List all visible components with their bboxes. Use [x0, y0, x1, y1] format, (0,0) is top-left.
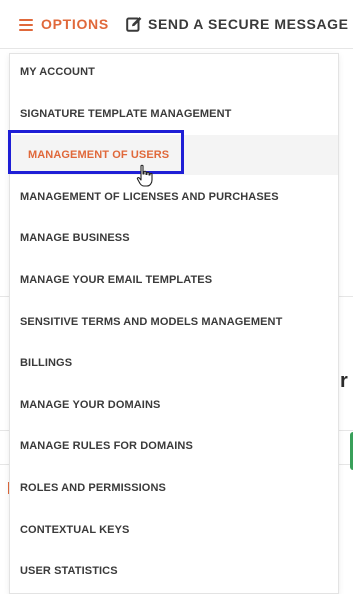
menu-item-management-of-users[interactable]: MANAGEMENT OF USERS [10, 135, 338, 175]
options-dropdown-menu: MY ACCOUNT SIGNATURE TEMPLATE MANAGEMENT… [9, 53, 339, 594]
menu-item-roles-and-permissions[interactable]: ROLES AND PERMISSIONS [10, 468, 338, 508]
menu-item-manage-email-templates[interactable]: MANAGE YOUR EMAIL TEMPLATES [10, 260, 338, 300]
page: r OPTIONS SEND A SECURE MESSAGE MY ACCOU… [0, 0, 353, 594]
menu-item-label: MANAGE YOUR DOMAINS [20, 399, 161, 411]
menu-item-manage-your-domains[interactable]: MANAGE YOUR DOMAINS [10, 385, 338, 425]
send-secure-message-button[interactable]: SEND A SECURE MESSAGE [126, 13, 349, 35]
menu-item-user-statistics[interactable]: USER STATISTICS [10, 551, 338, 591]
menu-item-label: MANAGEMENT OF USERS [28, 149, 170, 161]
menu-item-manage-rules-for-domains[interactable]: MANAGE RULES FOR DOMAINS [10, 426, 338, 466]
send-secure-message-label: SEND A SECURE MESSAGE [148, 16, 349, 32]
background-heading-fragment: r [340, 370, 348, 392]
top-bar: OPTIONS SEND A SECURE MESSAGE [0, 0, 353, 48]
options-label: OPTIONS [41, 16, 109, 32]
menu-item-label: MY ACCOUNT [20, 66, 95, 78]
menu-item-billings[interactable]: BILLINGS [10, 343, 338, 383]
edit-icon [126, 17, 142, 32]
menu-item-label: MANAGEMENT OF LICENSES AND PURCHASES [20, 191, 279, 203]
menu-item-label: MANAGE YOUR EMAIL TEMPLATES [20, 274, 213, 286]
menu-item-label: MANAGE BUSINESS [20, 232, 130, 244]
menu-item-label: USER STATISTICS [20, 565, 118, 577]
hand-cursor-icon [136, 164, 153, 187]
options-button[interactable]: OPTIONS [19, 13, 109, 35]
menu-item-contextual-keys[interactable]: CONTEXTUAL KEYS [10, 510, 338, 550]
menu-item-management-of-licenses-and-purchases[interactable]: MANAGEMENT OF LICENSES AND PURCHASES [10, 177, 338, 217]
menu-item-manage-business[interactable]: MANAGE BUSINESS [10, 218, 338, 258]
menu-item-label: BILLINGS [20, 357, 73, 369]
menu-item-label: MANAGE RULES FOR DOMAINS [20, 440, 193, 452]
menu-item-label: SIGNATURE TEMPLATE MANAGEMENT [20, 108, 232, 120]
menu-item-label: ROLES AND PERMISSIONS [20, 482, 166, 494]
menu-item-label: CONTEXTUAL KEYS [20, 524, 130, 536]
menu-item-label: SENSITIVE TERMS AND MODELS MANAGEMENT [20, 316, 283, 328]
hamburger-icon [19, 18, 33, 31]
divider [0, 48, 353, 49]
menu-item-signature-template-management[interactable]: SIGNATURE TEMPLATE MANAGEMENT [10, 94, 338, 134]
menu-item-sensitive-terms-and-models-management[interactable]: SENSITIVE TERMS AND MODELS MANAGEMENT [10, 302, 338, 342]
menu-item-my-account[interactable]: MY ACCOUNT [10, 52, 338, 92]
